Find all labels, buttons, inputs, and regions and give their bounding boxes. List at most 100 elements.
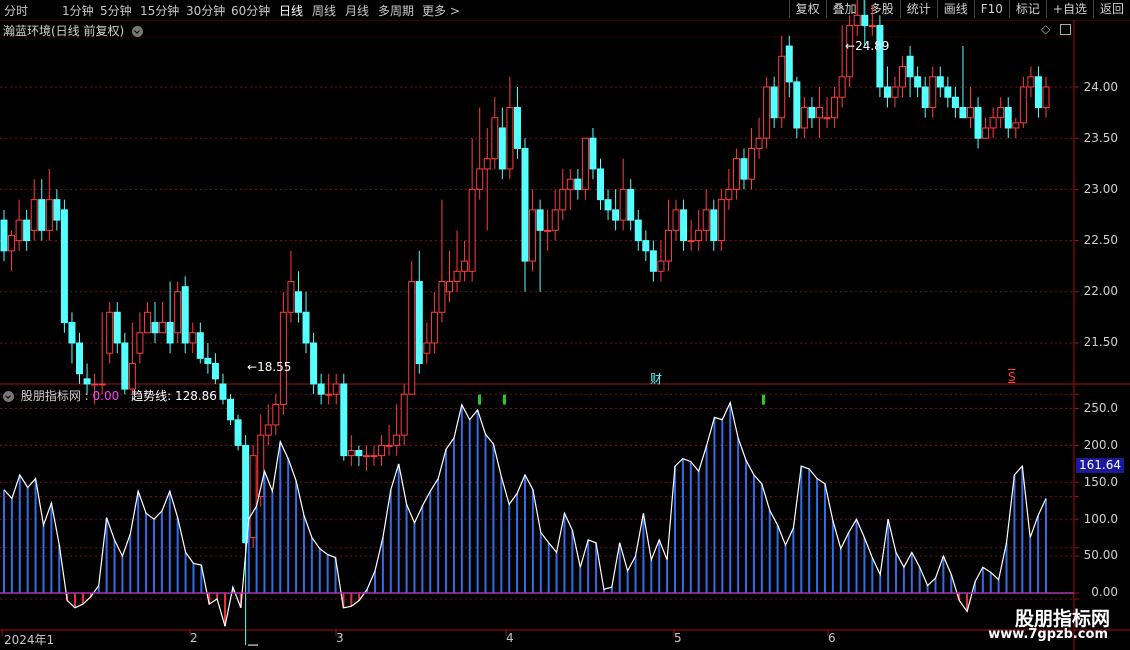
candle-body — [657, 260, 665, 272]
indicator-panel-title: 股朋指标网 : 0.00 趋势线: 128.86 — [3, 387, 217, 404]
low-price-label: ←18.55 — [247, 360, 292, 374]
candle-body — [60, 209, 68, 324]
candle-body — [15, 219, 23, 242]
candle-body — [687, 240, 695, 243]
candle-body — [1004, 106, 1012, 129]
candle-body — [400, 393, 408, 436]
peak-marker — [478, 394, 481, 405]
price-axis-label: 22.50 — [1083, 233, 1118, 247]
indicator-value: 0.00 — [92, 389, 120, 403]
dividend-marker[interactable]: S — [1008, 370, 1016, 384]
candle-body — [634, 219, 642, 242]
month-label: 2024年1 — [4, 633, 55, 647]
chevron-down-icon[interactable] — [3, 391, 14, 402]
candle-body — [91, 383, 99, 386]
price-panel-controls: ◇ — [1041, 22, 1072, 36]
indicator-axis-label: 150.0 — [1083, 475, 1118, 489]
candle-body — [408, 281, 416, 395]
candle-body — [0, 219, 8, 252]
candle-body — [581, 137, 589, 190]
candle-body — [227, 398, 235, 421]
indicator-axis-label: 250.0 — [1083, 401, 1118, 415]
candle-body — [204, 357, 212, 364]
price-axis-label: 22.00 — [1083, 284, 1118, 298]
price-axis-label: 23.50 — [1083, 131, 1118, 145]
candle-body — [883, 86, 891, 98]
candle-body — [385, 444, 393, 447]
candle-body — [906, 55, 914, 78]
candle-body — [113, 311, 121, 344]
trend-line-value: 128.86 — [174, 389, 217, 403]
candle-body — [415, 281, 423, 364]
candle-body — [619, 188, 627, 221]
trend-line-label: 趋势线: — [131, 389, 172, 403]
candle-body — [279, 311, 287, 405]
panel-maximize-icon[interactable] — [1060, 24, 1072, 35]
candle-body — [151, 322, 159, 334]
price-panel-title: 瀚蓝环境(日线 前复权) — [3, 22, 146, 39]
candle-body — [347, 450, 355, 457]
candle-body — [936, 76, 944, 88]
candle-body — [378, 444, 386, 457]
candle-body — [853, 14, 861, 27]
candle-body — [627, 188, 635, 221]
candle-body — [68, 322, 76, 344]
candle-body — [45, 199, 53, 231]
candle-body — [732, 158, 740, 190]
candle-body — [551, 209, 559, 231]
chevron-down-icon[interactable] — [132, 26, 144, 37]
financial-report-marker[interactable]: 财 — [650, 370, 662, 387]
candle-body — [181, 286, 189, 344]
price-axis-label: 21.50 — [1083, 335, 1118, 349]
candle-body — [189, 332, 197, 344]
candle-body — [642, 240, 650, 252]
candle-body — [317, 383, 325, 395]
candle-body — [815, 106, 823, 119]
candle-body — [574, 178, 582, 190]
candle-body — [106, 311, 114, 354]
candle-body — [1019, 86, 1027, 124]
high-price-label: ←24.89 — [845, 39, 890, 53]
month-label: 5 — [674, 631, 682, 645]
peak-marker — [762, 394, 765, 405]
watermark-url: www.7gpzb.com — [988, 627, 1108, 642]
candle-body — [340, 383, 348, 457]
month-label: 2 — [190, 631, 198, 645]
candle-body — [966, 106, 974, 119]
candle-body — [770, 86, 778, 119]
candle-body — [740, 158, 748, 180]
month-label: 4 — [506, 631, 514, 645]
candle-body — [272, 403, 280, 426]
month-label: 6 — [828, 631, 836, 645]
candle-body — [544, 229, 552, 232]
candle-body — [899, 66, 907, 88]
candle-body — [763, 86, 771, 139]
candle-body — [219, 383, 227, 400]
candle-body — [136, 332, 144, 354]
candle-body — [264, 424, 272, 436]
candle-body — [445, 281, 453, 293]
candle-body — [891, 86, 899, 98]
candle-body — [159, 322, 167, 334]
month-label: 3 — [336, 631, 344, 645]
candle-body — [800, 106, 808, 129]
candle-body — [649, 250, 657, 272]
candle-body — [513, 106, 521, 149]
candle-body — [974, 106, 982, 139]
candle-body — [287, 281, 295, 313]
candle-body — [861, 14, 869, 27]
price-axis-label: 23.00 — [1083, 182, 1118, 196]
diamond-icon[interactable]: ◇ — [1041, 22, 1050, 36]
candle-body — [370, 455, 378, 458]
candle-body — [1042, 86, 1050, 108]
candle-body — [461, 260, 469, 272]
candle-body — [559, 188, 567, 211]
candle-body — [393, 434, 401, 446]
candle-body — [128, 362, 136, 390]
candle-body — [506, 106, 514, 170]
candle-body — [362, 455, 370, 458]
candle-body — [951, 96, 959, 108]
chart-canvas[interactable] — [0, 0, 1130, 650]
candle-body — [876, 25, 884, 88]
candle-body — [302, 311, 310, 344]
